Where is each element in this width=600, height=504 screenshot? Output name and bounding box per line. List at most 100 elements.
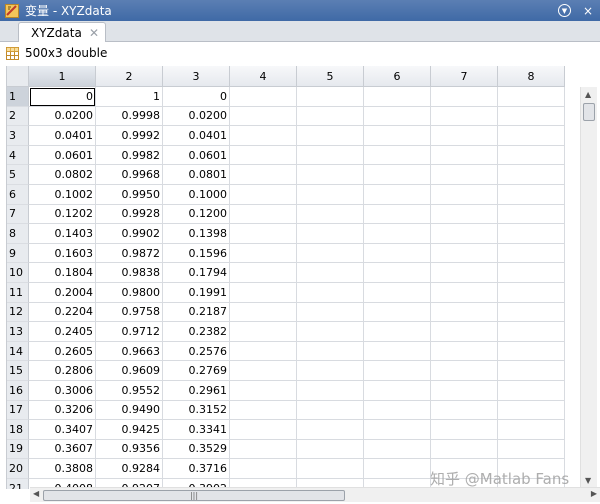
grid-cell[interactable]: 0.3006: [29, 380, 96, 401]
vertical-scrollbar[interactable]: ▲ ▼: [580, 87, 597, 487]
grid-cell[interactable]: [297, 302, 364, 323]
grid-cell[interactable]: [498, 282, 565, 303]
grid-cell[interactable]: 0.2769: [163, 361, 230, 381]
grid-cell[interactable]: [431, 380, 498, 401]
grid-cell[interactable]: [498, 145, 565, 166]
grid-cell[interactable]: 0.0200: [29, 106, 96, 127]
grid-cell[interactable]: [297, 282, 364, 303]
row-header[interactable]: 14: [7, 341, 29, 362]
grid-cell[interactable]: 0.0801: [163, 165, 230, 185]
grid-cell[interactable]: [431, 322, 498, 342]
row-header[interactable]: 15: [7, 361, 29, 381]
grid-cell[interactable]: 0.3407: [29, 420, 96, 440]
grid-cell[interactable]: 0.9609: [96, 361, 163, 381]
grid-cell[interactable]: [364, 126, 431, 146]
grid-cell[interactable]: [498, 184, 565, 205]
grid-cell[interactable]: 0.2004: [29, 282, 96, 303]
grid-cell[interactable]: 0.9356: [96, 439, 163, 460]
grid-cell[interactable]: [297, 459, 364, 479]
grid-cell[interactable]: 0.1804: [29, 263, 96, 283]
grid-cell[interactable]: [230, 322, 297, 342]
grid-cell[interactable]: [297, 263, 364, 283]
row-header[interactable]: 8: [7, 224, 29, 244]
grid-cell[interactable]: [431, 145, 498, 166]
grid-cell[interactable]: 0.1200: [163, 204, 230, 225]
grid-cell[interactable]: [230, 459, 297, 479]
grid-cell[interactable]: [498, 126, 565, 146]
grid-cell[interactable]: 0.9928: [96, 204, 163, 225]
grid-cell[interactable]: 0.1403: [29, 224, 96, 244]
grid-cell[interactable]: [498, 380, 565, 401]
grid-cell[interactable]: [364, 400, 431, 421]
grid-cell[interactable]: 0.1202: [29, 204, 96, 225]
column-header[interactable]: 7: [431, 66, 498, 87]
grid-cell[interactable]: 0.0401: [163, 126, 230, 146]
grid-cell[interactable]: [431, 282, 498, 303]
grid-cell[interactable]: [498, 341, 565, 362]
grid-cell[interactable]: [364, 302, 431, 323]
grid-cell[interactable]: 0.9284: [96, 459, 163, 479]
grid-cell[interactable]: [230, 439, 297, 460]
grid-cell[interactable]: [364, 361, 431, 381]
grid-cell[interactable]: [364, 204, 431, 225]
row-header[interactable]: 4: [7, 145, 29, 166]
horizontal-scroll-thumb[interactable]: |||: [43, 490, 345, 501]
row-header[interactable]: 2: [7, 106, 29, 127]
grid-cell[interactable]: 0.1596: [163, 243, 230, 264]
grid-cell[interactable]: [230, 380, 297, 401]
column-header[interactable]: 6: [364, 66, 431, 87]
grid-cell[interactable]: 0.9425: [96, 420, 163, 440]
grid-cell[interactable]: 0.1000: [163, 184, 230, 205]
grid-cell[interactable]: 0.2187: [163, 302, 230, 323]
grid-cell[interactable]: [230, 184, 297, 205]
row-header[interactable]: 17: [7, 400, 29, 421]
grid-cell[interactable]: [431, 224, 498, 244]
grid-cell[interactable]: [297, 400, 364, 421]
grid-cell[interactable]: 0.3341: [163, 420, 230, 440]
grid-cell[interactable]: 0.0802: [29, 165, 96, 185]
grid-cell[interactable]: [364, 420, 431, 440]
grid-cell[interactable]: [297, 145, 364, 166]
grid-cell[interactable]: [364, 439, 431, 460]
grid-cell[interactable]: 0.2605: [29, 341, 96, 362]
grid-cell[interactable]: [230, 126, 297, 146]
grid-cell[interactable]: 0.9982: [96, 145, 163, 166]
grid-cell[interactable]: 0.3808: [29, 459, 96, 479]
grid-cell[interactable]: 0.1002: [29, 184, 96, 205]
grid-cell[interactable]: [431, 87, 498, 107]
grid-cell[interactable]: 0.9838: [96, 263, 163, 283]
scroll-up-arrow-icon[interactable]: ▲: [585, 90, 591, 99]
grid-cell[interactable]: [364, 380, 431, 401]
grid-cell[interactable]: [364, 322, 431, 342]
column-header[interactable]: 1: [29, 66, 96, 87]
grid-cell[interactable]: [498, 106, 565, 127]
grid-cell[interactable]: [364, 106, 431, 127]
grid-cell[interactable]: [498, 361, 565, 381]
column-header[interactable]: 2: [96, 66, 163, 87]
grid-cell[interactable]: 0: [163, 87, 230, 107]
row-header[interactable]: 21: [7, 478, 29, 489]
grid-cell[interactable]: 0.9758: [96, 302, 163, 323]
grid-cell[interactable]: [498, 204, 565, 225]
grid-cell[interactable]: [431, 184, 498, 205]
grid-cell[interactable]: [297, 322, 364, 342]
row-header[interactable]: 19: [7, 439, 29, 460]
grid-cell[interactable]: 0.9663: [96, 341, 163, 362]
grid-cell[interactable]: [498, 263, 565, 283]
row-header[interactable]: 20: [7, 459, 29, 479]
grid-cell[interactable]: [230, 145, 297, 166]
grid-cell[interactable]: [431, 439, 498, 460]
grid-cell[interactable]: [364, 87, 431, 107]
grid-cell[interactable]: [431, 361, 498, 381]
grid-cell[interactable]: [498, 322, 565, 342]
grid-cell[interactable]: [297, 243, 364, 264]
grid-cell[interactable]: [431, 400, 498, 421]
grid-cell[interactable]: [431, 106, 498, 127]
column-header[interactable]: 4: [230, 66, 297, 87]
row-header[interactable]: 9: [7, 243, 29, 264]
grid-cell[interactable]: [498, 420, 565, 440]
grid-cell[interactable]: [230, 420, 297, 440]
grid-cell[interactable]: [297, 165, 364, 185]
grid-cell[interactable]: 0.2576: [163, 341, 230, 362]
grid-cell[interactable]: 0.0200: [163, 106, 230, 127]
